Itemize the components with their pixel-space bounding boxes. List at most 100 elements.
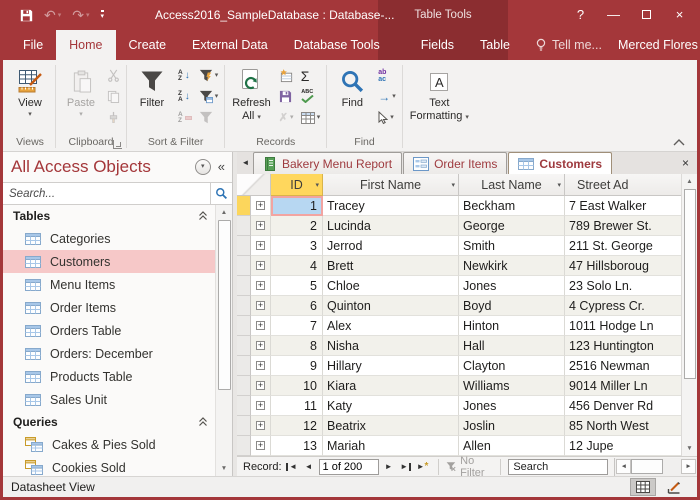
sort-ascending-button[interactable]: A Z ↓ <box>176 65 194 86</box>
datasheet-view-button[interactable] <box>630 478 656 496</box>
cell-id[interactable]: 2 <box>271 216 323 236</box>
expand-cell[interactable]: + <box>251 376 271 396</box>
cell-street[interactable]: 23 Solo Ln. <box>565 276 681 296</box>
expand-icon[interactable]: + <box>256 381 265 390</box>
vertical-scrollbar[interactable]: ▲ ▼ <box>681 174 697 456</box>
tab-fields[interactable]: Fields <box>408 30 467 60</box>
redo-button[interactable]: ↷ ▾ <box>72 8 89 22</box>
record-selector[interactable] <box>237 216 251 236</box>
cell-last-name[interactable]: Williams <box>459 376 565 396</box>
sort-descending-button[interactable]: Z A ↓ <box>176 86 194 107</box>
cell-last-name[interactable]: George <box>459 216 565 236</box>
totals-button[interactable]: Σ <box>299 65 323 86</box>
expand-cell[interactable]: + <box>251 236 271 256</box>
scroll-down-icon[interactable]: ▼ <box>216 461 232 476</box>
cell-last-name[interactable]: Smith <box>459 236 565 256</box>
new-record-button[interactable] <box>277 65 296 86</box>
save-button[interactable] <box>20 9 33 22</box>
record-selector[interactable] <box>237 316 251 336</box>
cell-id[interactable]: 13 <box>271 436 323 456</box>
record-selector[interactable] <box>237 396 251 416</box>
cell-street[interactable]: 9014 Miller Ln <box>565 376 681 396</box>
tab-database-tools[interactable]: Database Tools <box>281 30 393 60</box>
expand-icon[interactable]: + <box>256 241 265 250</box>
design-view-button[interactable] <box>661 478 687 496</box>
navigation-search-input[interactable] <box>3 183 210 204</box>
cell-street[interactable]: 4 Cypress Cr. <box>565 296 681 316</box>
filter-button[interactable]: Filter <box>131 63 173 110</box>
expand-cell[interactable]: + <box>251 276 271 296</box>
cut-button[interactable] <box>105 65 122 86</box>
previous-record-button[interactable]: ◄ <box>302 462 316 471</box>
navigation-search-button[interactable] <box>210 183 232 204</box>
first-record-button[interactable]: ◄ <box>285 462 299 471</box>
column-dropdown-icon[interactable]: ▾ <box>557 181 561 189</box>
record-selector[interactable] <box>237 336 251 356</box>
cell-street[interactable]: 85 North West <box>565 416 681 436</box>
cell-first-name[interactable]: Quinton <box>323 296 459 316</box>
cell-id[interactable]: 9 <box>271 356 323 376</box>
cell-first-name[interactable]: Nisha <box>323 336 459 356</box>
new-blank-record-button[interactable]: ►* <box>416 461 430 472</box>
sidebar-item-cookies-sold[interactable]: Cookies Sold <box>3 456 215 476</box>
record-selector[interactable] <box>237 296 251 316</box>
expand-cell[interactable]: + <box>251 216 271 236</box>
cell-id[interactable]: 6 <box>271 296 323 316</box>
cell-first-name[interactable]: Mariah <box>323 436 459 456</box>
cell-id[interactable]: 1 <box>271 196 323 216</box>
paste-button[interactable]: Paste ▾ <box>60 63 102 119</box>
expand-cell[interactable]: + <box>251 256 271 276</box>
expand-cell[interactable]: + <box>251 356 271 376</box>
sidebar-item-orders-table[interactable]: Orders Table <box>3 319 215 342</box>
column-header-id[interactable]: ID ▾ <box>271 174 323 196</box>
delete-record-button[interactable]: ✗ ▾ <box>277 107 296 128</box>
cell-first-name[interactable]: Chloe <box>323 276 459 296</box>
expand-icon[interactable]: + <box>256 361 265 370</box>
record-selector[interactable] <box>237 356 251 376</box>
maximize-button[interactable] <box>630 0 663 30</box>
cell-last-name[interactable]: Beckham <box>459 196 565 216</box>
column-header-first-name[interactable]: First Name ▾ <box>323 174 459 196</box>
expand-cell[interactable]: + <box>251 316 271 336</box>
cell-street[interactable]: 211 St. George <box>565 236 681 256</box>
record-selector[interactable] <box>237 236 251 256</box>
text-formatting-button[interactable]: A Text Formatting ▾ <box>407 63 472 123</box>
tab-customers[interactable]: Customers <box>508 152 612 174</box>
column-dropdown-icon[interactable]: ▾ <box>315 181 319 189</box>
cell-id[interactable]: 4 <box>271 256 323 276</box>
goto-button[interactable]: → ▾ <box>376 86 398 107</box>
cell-last-name[interactable]: Boyd <box>459 296 565 316</box>
scroll-up-icon[interactable]: ▲ <box>682 174 697 189</box>
cell-street[interactable]: 789 Brewer St. <box>565 216 681 236</box>
cell-first-name[interactable]: Kiara <box>323 376 459 396</box>
expand-icon[interactable]: + <box>256 301 265 310</box>
cell-street[interactable]: 47 Hillsboroug <box>565 256 681 276</box>
cell-id[interactable]: 3 <box>271 236 323 256</box>
toggle-filter-button[interactable] <box>197 107 221 128</box>
next-record-button[interactable]: ► <box>382 462 396 471</box>
scrollbar-thumb[interactable] <box>684 189 696 379</box>
last-record-button[interactable]: ► <box>399 462 413 471</box>
format-painter-button[interactable] <box>105 107 122 128</box>
find-button[interactable]: Find <box>331 63 373 110</box>
group-header-queries[interactable]: Queries <box>3 411 215 433</box>
sidebar-item-order-items[interactable]: Order Items <box>3 296 215 319</box>
cell-id[interactable]: 10 <box>271 376 323 396</box>
cell-first-name[interactable]: Lucinda <box>323 216 459 236</box>
scrollbar-thumb[interactable] <box>631 459 663 474</box>
tab-scroll-left-button[interactable]: ◄ <box>238 152 253 174</box>
cell-street[interactable]: 2516 Newman <box>565 356 681 376</box>
column-header-last-name[interactable]: Last Name ▾ <box>459 174 565 196</box>
cell-last-name[interactable]: Jones <box>459 396 565 416</box>
cell-first-name[interactable]: Alex <box>323 316 459 336</box>
tab-file[interactable]: File <box>10 30 56 60</box>
expand-icon[interactable]: + <box>256 261 265 270</box>
expand-cell[interactable]: + <box>251 336 271 356</box>
sidebar-item-orders-december[interactable]: Orders: December <box>3 342 215 365</box>
expand-cell[interactable]: + <box>251 396 271 416</box>
group-header-tables[interactable]: Tables <box>3 205 215 227</box>
remove-sort-button[interactable]: A Z <box>176 107 194 128</box>
expand-cell[interactable]: + <box>251 436 271 456</box>
record-selector[interactable] <box>237 416 251 436</box>
cell-last-name[interactable]: Joslin <box>459 416 565 436</box>
